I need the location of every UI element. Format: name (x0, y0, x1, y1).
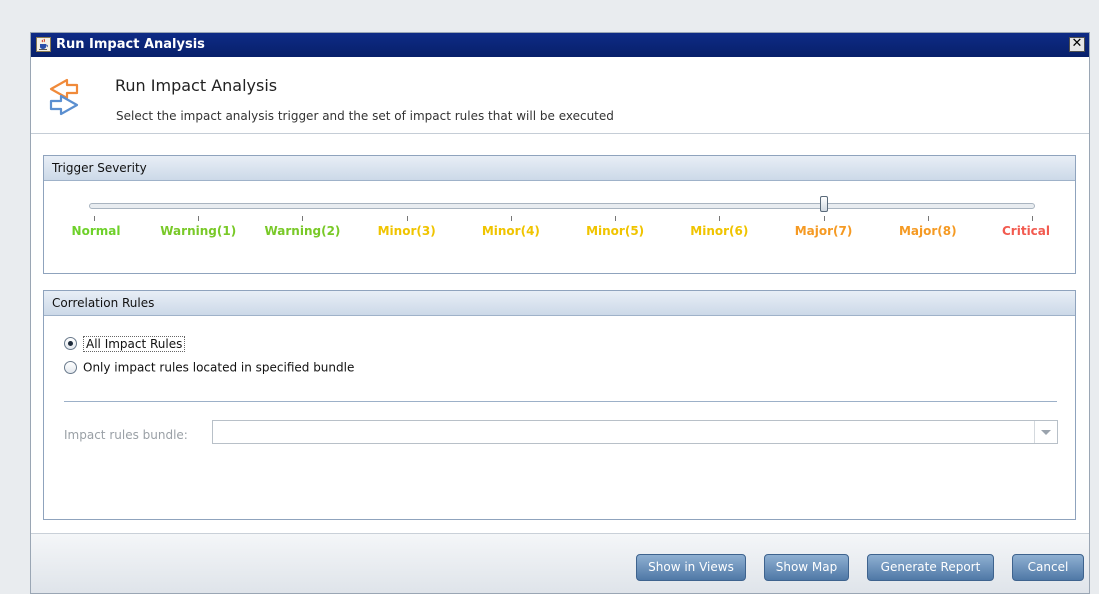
severity-label[interactable]: Minor(6) (690, 224, 748, 238)
run-impact-analysis-dialog: Run Impact Analysis ✕ Run Impact Analysi… (30, 32, 1090, 594)
correlation-rules-panel: Correlation Rules All Impact Rules Only … (43, 290, 1076, 520)
severity-label[interactable]: Warning(1) (160, 224, 236, 238)
bundle-rules-label[interactable]: Only impact rules located in specified b… (83, 361, 354, 375)
wizard-header: Run Impact Analysis Select the impact an… (31, 57, 1089, 134)
page-description: Select the impact analysis trigger and t… (116, 109, 614, 123)
page-title: Run Impact Analysis (115, 76, 278, 95)
severity-tick (302, 216, 304, 221)
severity-label[interactable]: Minor(5) (586, 224, 644, 238)
generate-report-button[interactable]: Generate Report (867, 554, 994, 581)
severity-label[interactable]: Major(7) (795, 224, 853, 238)
severity-tick (719, 216, 721, 221)
show-map-button[interactable]: Show Map (764, 554, 849, 581)
severity-label[interactable]: Minor(3) (378, 224, 436, 238)
severity-slider-track[interactable] (89, 203, 1035, 209)
window-title: Run Impact Analysis (56, 37, 205, 52)
severity-tick (927, 216, 929, 221)
severity-tick (823, 216, 825, 221)
show-in-views-button[interactable]: Show in Views (636, 554, 746, 581)
cancel-button[interactable]: Cancel (1012, 554, 1084, 581)
trigger-severity-panel: Trigger Severity Normal Warning(1) Warning… (43, 155, 1076, 274)
bundle-rules-radio[interactable] (64, 361, 77, 374)
severity-tick (406, 216, 408, 221)
chevron-down-icon[interactable] (1034, 421, 1057, 443)
java-cup-icon (36, 37, 51, 52)
severity-label[interactable]: Minor(4) (482, 224, 540, 238)
button-bar: Show in Views Show Map Generate Report C… (31, 533, 1089, 593)
severity-tick (94, 216, 95, 221)
correlation-rules-heading: Correlation Rules (44, 291, 1075, 316)
severity-label[interactable]: Major(8) (899, 224, 957, 238)
impact-rules-bundle-label: Impact rules bundle: (64, 428, 188, 442)
severity-tick (198, 216, 200, 221)
severity-label[interactable]: Warning(2) (264, 224, 340, 238)
severity-tick (615, 216, 617, 221)
section-divider (64, 401, 1057, 402)
severity-tick (1032, 216, 1033, 221)
close-icon[interactable]: ✕ (1069, 37, 1085, 52)
title-bar[interactable]: Run Impact Analysis ✕ (31, 33, 1089, 57)
severity-label[interactable]: Normal (72, 224, 121, 238)
all-impact-rules-radio[interactable] (64, 337, 77, 350)
all-impact-rules-label[interactable]: All Impact Rules (83, 335, 186, 352)
severity-slider-thumb[interactable] (819, 196, 828, 212)
impact-analysis-arrows-icon (47, 77, 81, 120)
trigger-severity-heading: Trigger Severity (44, 156, 1075, 181)
severity-tick (510, 216, 512, 221)
bundle-rules-option[interactable]: Only impact rules located in specified b… (64, 358, 354, 376)
all-impact-rules-option[interactable]: All Impact Rules (64, 334, 186, 352)
severity-label[interactable]: Critical (1002, 224, 1050, 238)
impact-rules-bundle-select[interactable] (212, 420, 1058, 444)
